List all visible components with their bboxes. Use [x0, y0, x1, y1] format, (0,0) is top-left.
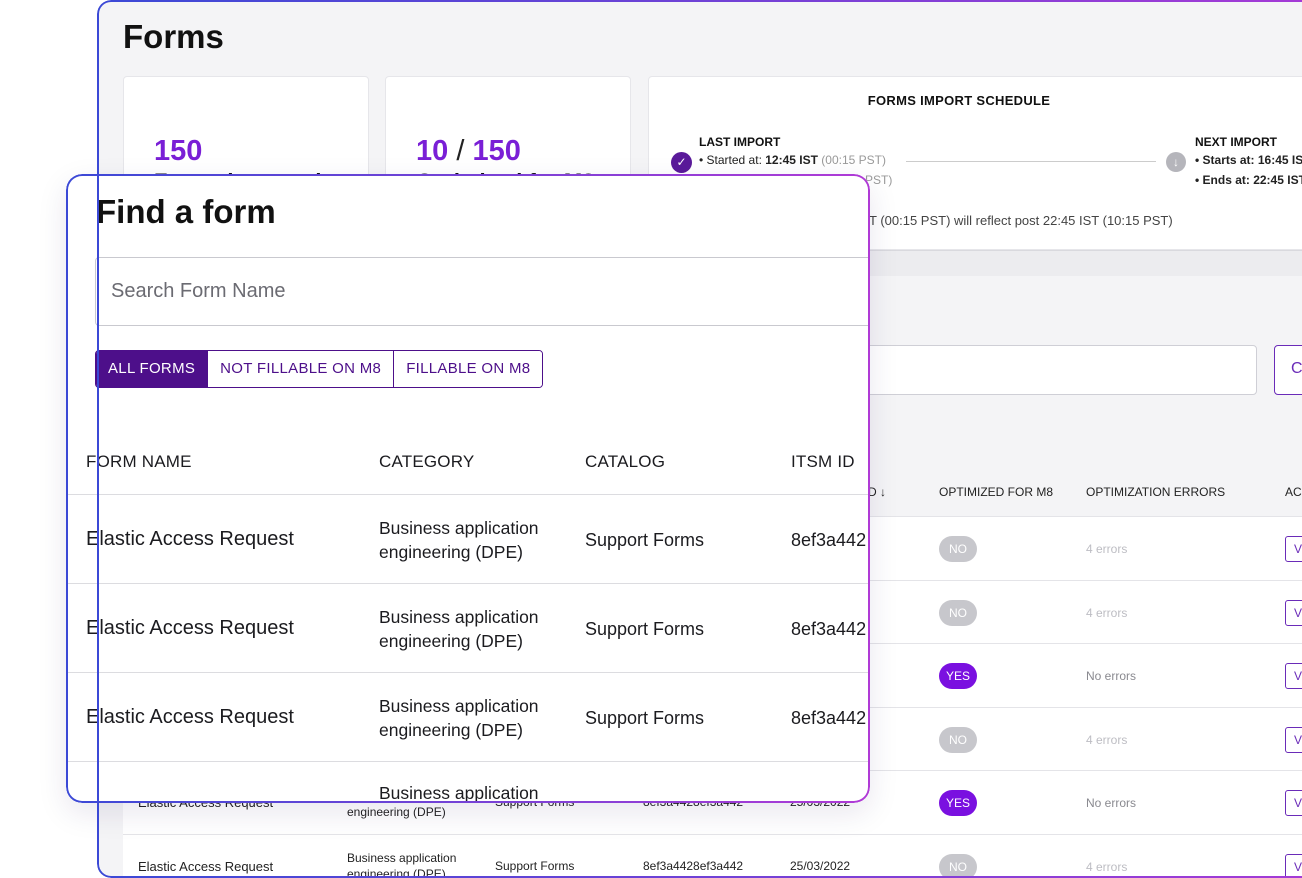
- column-header-errors: OPTIMIZATION ERRORS: [1086, 485, 1226, 499]
- catalog-cell: Support Forms: [585, 619, 705, 639]
- last-import-heading: LAST IMPORT: [699, 135, 781, 149]
- optimized-badge: NO: [939, 854, 977, 878]
- schedule-note: T (00:15 PST) will reflect post 22:45 IS…: [869, 213, 1173, 228]
- stat-value-total: 150: [472, 135, 521, 167]
- category-cell-line2: engineering (DPE): [347, 867, 446, 878]
- table-row[interactable]: Elastic Access Request Business applicat…: [66, 673, 870, 762]
- schedule-timeline: [906, 161, 1156, 162]
- filter-segmented-control: ALL FORMS NOT FILLABLE ON M8 FILLABLE ON…: [95, 350, 544, 388]
- next-import-heading: NEXT IMPORT: [1195, 135, 1278, 149]
- form-name-cell[interactable]: Elastic Access Request: [86, 528, 294, 551]
- category-cell: Business application engineering (DPE): [379, 696, 539, 740]
- next-import-ends: • Ends at: 22:45 IST: [1195, 173, 1302, 187]
- page-title: Forms: [123, 18, 224, 55]
- form-name-cell[interactable]: Elastic Access Request: [138, 859, 273, 874]
- optimized-badge: YES: [939, 790, 977, 816]
- view-button[interactable]: V: [1285, 790, 1302, 816]
- search-button[interactable]: C: [1274, 345, 1302, 395]
- last-import-started: • Started at: 12:45 IST (00:15 PST): [699, 153, 886, 167]
- errors-text: 4 errors: [1086, 606, 1128, 620]
- category-cell: Business application engineering (DPE): [379, 518, 539, 562]
- stat-value: 10 / 150: [416, 135, 521, 168]
- stat-value-part: 10: [416, 135, 449, 167]
- column-header-category: CATEGORY: [379, 452, 475, 471]
- column-header-actions: AC: [1285, 485, 1302, 499]
- form-name-cell[interactable]: Elastic Access Request: [86, 617, 294, 640]
- schedule-title: FORMS IMPORT SCHEDULE: [867, 93, 1051, 108]
- catalog-cell: Support Forms: [585, 530, 705, 550]
- search-form-input[interactable]: [95, 257, 870, 326]
- category-cell: engineering (DPE): [347, 805, 446, 819]
- view-button[interactable]: V: [1285, 600, 1302, 626]
- stat-separator: /: [448, 135, 473, 167]
- filter-all-forms[interactable]: ALL FORMS: [96, 351, 209, 387]
- view-button[interactable]: V: [1285, 536, 1302, 562]
- column-header-catalog: CATALOG: [585, 452, 666, 471]
- started-pst: (00:15 PST): [817, 153, 886, 167]
- form-name-cell[interactable]: Elastic Access Request: [86, 706, 294, 729]
- itsm-id-cell: 8ef3a442: [791, 530, 867, 550]
- find-a-form-card: Find a form ALL FORMS NOT FILLABLE ON M8…: [66, 174, 870, 803]
- started-ist: 12:45 IST: [765, 153, 818, 167]
- column-header-form-name: FORM NAME: [86, 452, 192, 471]
- column-header-optimized: OPTIMIZED FOR M8: [939, 485, 1053, 499]
- table-row: Elastic Access Request Business applicat…: [123, 834, 1302, 878]
- itsm-id-cell: 8ef3a4428ef3a442: [643, 859, 744, 873]
- optimized-badge: NO: [939, 536, 977, 562]
- catalog-cell: Support Forms: [585, 708, 705, 728]
- category-cell: Business application: [379, 783, 539, 803]
- view-button[interactable]: V: [1285, 727, 1302, 753]
- table-row[interactable]: Elastic Access Request Business applicat…: [66, 495, 870, 584]
- filter-fillable[interactable]: FILLABLE ON M8: [394, 351, 543, 387]
- category-cell: Business application engineering (DPE): [379, 607, 539, 651]
- catalog-cell: Support Forms: [495, 859, 575, 873]
- check-circle-icon: ✓: [671, 152, 692, 173]
- column-header-itsm-id: ITSM ID: [791, 452, 855, 471]
- stat-value: 150: [154, 135, 203, 167]
- errors-text: 4 errors: [1086, 733, 1128, 747]
- errors-text: No errors: [1086, 669, 1137, 683]
- filter-not-fillable[interactable]: NOT FILLABLE ON M8: [208, 351, 395, 387]
- errors-text: No errors: [1086, 796, 1137, 810]
- errors-text: 4 errors: [1086, 542, 1128, 556]
- itsm-id-cell: 8ef3a442: [791, 619, 867, 639]
- table-row[interactable]: Elastic Access Request Business applicat…: [66, 584, 870, 673]
- optimized-badge: NO: [939, 600, 977, 626]
- category-cell-line1: Business application: [347, 851, 457, 865]
- errors-text: 4 errors: [1086, 860, 1128, 874]
- view-button[interactable]: V: [1285, 663, 1302, 689]
- table-row[interactable]: Business application: [66, 762, 870, 803]
- optimized-badge: YES: [939, 663, 977, 689]
- optimized-badge: NO: [939, 727, 977, 753]
- card-title: Find a form: [96, 193, 276, 230]
- itsm-id-cell: 8ef3a442: [791, 708, 867, 728]
- view-button[interactable]: V: [1285, 854, 1302, 878]
- arrow-down-icon: ↓: [1166, 152, 1186, 172]
- next-import-starts: • Starts at: 16:45 IST: [1195, 153, 1302, 167]
- started-prefix: • Started at:: [699, 153, 766, 167]
- date-cell: 25/03/2022: [790, 859, 851, 873]
